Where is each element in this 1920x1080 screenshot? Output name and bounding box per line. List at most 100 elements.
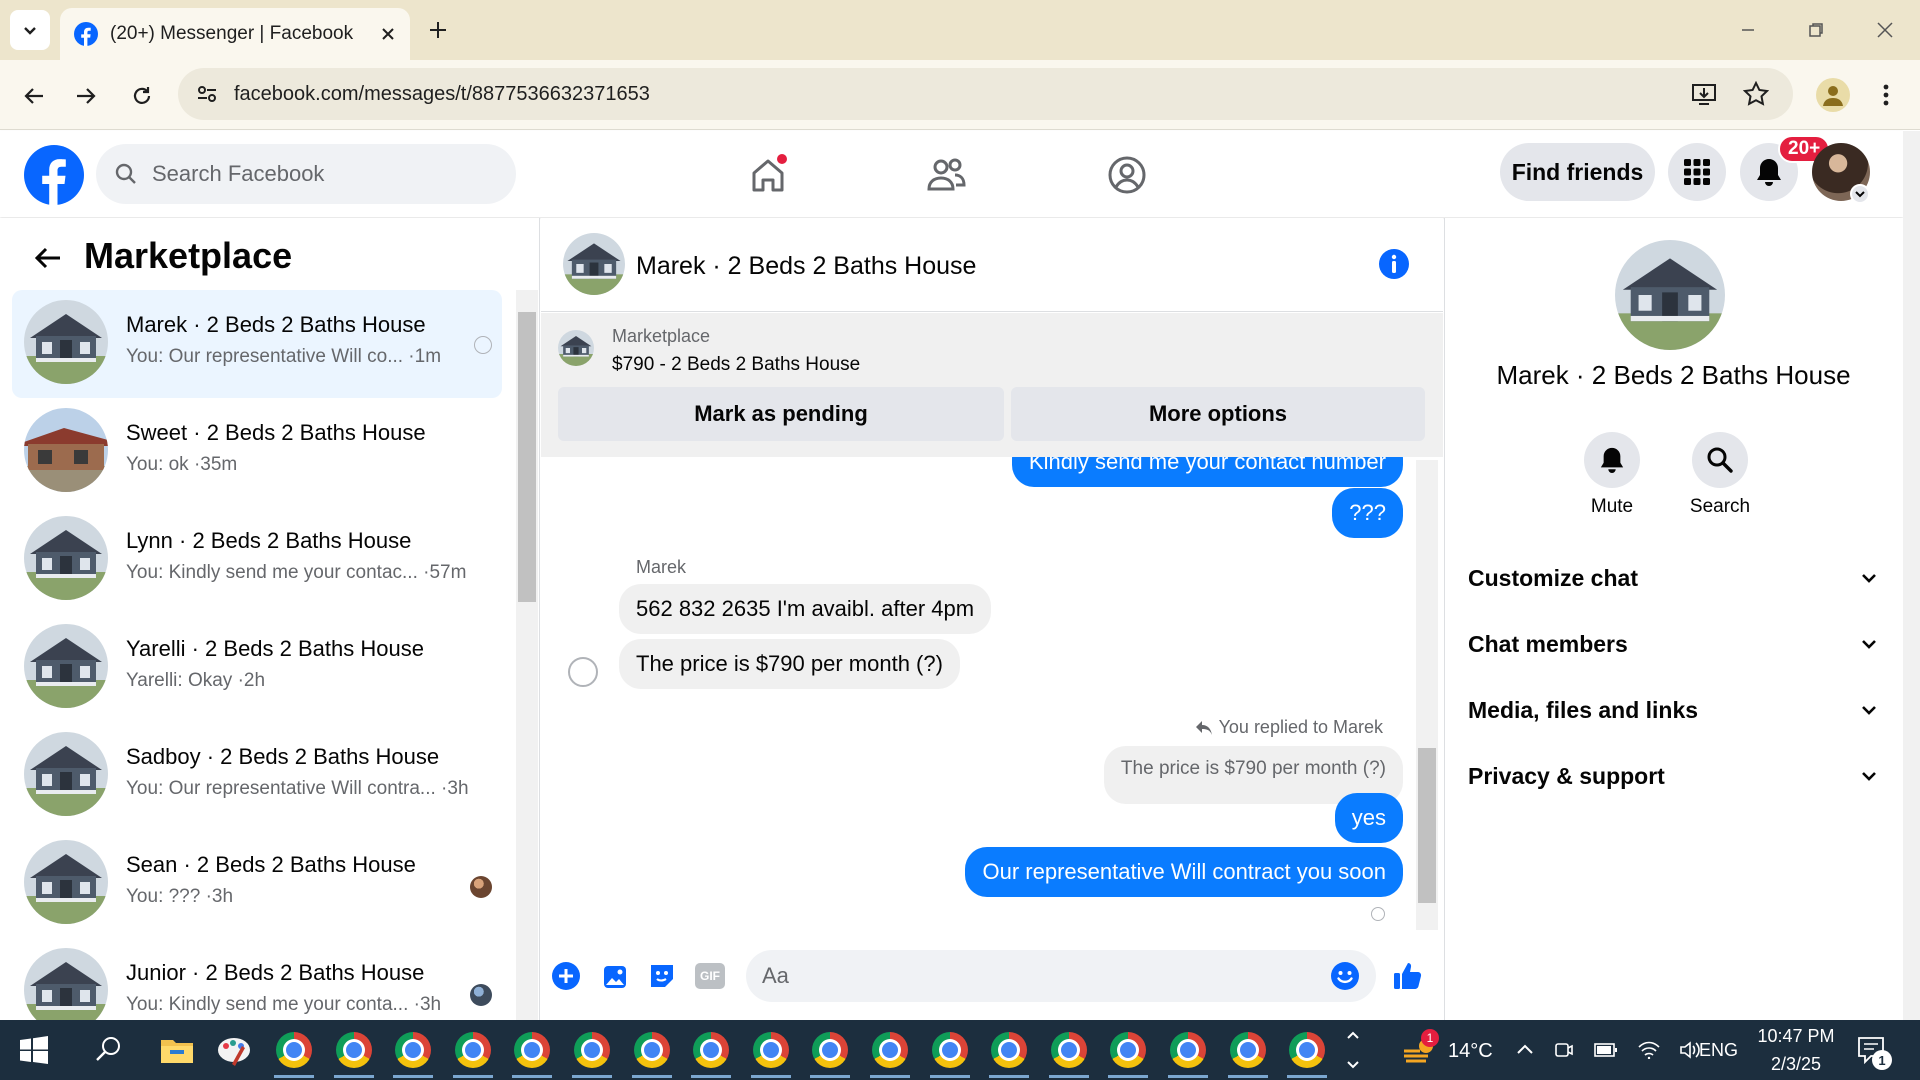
listing-price-title[interactable]: $790 - 2 Beds 2 Baths House [612, 354, 860, 376]
kebab-menu-icon [1883, 84, 1889, 106]
chat-title[interactable]: Marek · 2 Beds 2 Baths House [636, 252, 976, 281]
forward-button[interactable] [66, 76, 106, 116]
details-section-row[interactable]: Privacy & support [1468, 748, 1878, 804]
clock-date[interactable]: 2/3/25 [1754, 1054, 1838, 1075]
taskbar-overflow[interactable] [1345, 1024, 1361, 1076]
more-actions-button[interactable] [548, 958, 584, 994]
page-scrollbar[interactable] [1903, 131, 1920, 1020]
message-outgoing[interactable]: ??? [1332, 488, 1403, 538]
chrome-taskbar-icon[interactable] [991, 1032, 1028, 1068]
chrome-taskbar-icon[interactable] [693, 1032, 730, 1068]
find-friends-button[interactable]: Find friends [1500, 143, 1655, 201]
close-tab-icon[interactable] [380, 26, 396, 42]
chrome-taskbar-icon[interactable] [1050, 1032, 1087, 1068]
battery-icon[interactable] [1594, 1042, 1618, 1058]
chrome-taskbar-icon[interactable] [395, 1032, 432, 1068]
close-window-button[interactable] [1855, 10, 1915, 50]
profile-button[interactable] [1816, 78, 1850, 112]
details-section-row[interactable]: Media, files and links [1468, 682, 1878, 738]
chat-avatar[interactable] [563, 233, 625, 295]
weather-badge: 1 [1421, 1029, 1439, 1047]
chrome-taskbar-icon[interactable] [335, 1032, 372, 1068]
restore-button[interactable] [1786, 10, 1846, 50]
back-button[interactable] [14, 76, 54, 116]
back-to-chats-button[interactable] [30, 240, 66, 276]
more-options-button[interactable]: More options [1011, 387, 1425, 441]
running-app-indicator [274, 1075, 314, 1078]
chrome-taskbar-icon[interactable] [1229, 1032, 1266, 1068]
conversation-scrollbar-thumb[interactable] [518, 312, 536, 602]
minimize-button[interactable] [1718, 10, 1778, 50]
wifi-icon[interactable] [1638, 1041, 1660, 1059]
menu-button[interactable] [1668, 143, 1726, 201]
listing-thumbnail-icon [24, 732, 108, 816]
facebook-favicon-icon [74, 22, 98, 46]
mute-button[interactable] [1584, 432, 1640, 488]
facebook-logo[interactable] [24, 145, 84, 205]
new-tab-button[interactable] [420, 12, 456, 48]
url-text[interactable]: facebook.com/messages/t/8877536632371653 [234, 83, 1691, 106]
thread-scrollbar-thumb[interactable] [1418, 748, 1436, 903]
emoji-icon[interactable] [1330, 961, 1360, 991]
clock-time[interactable]: 10:47 PM [1754, 1026, 1838, 1047]
site-settings-icon[interactable] [196, 83, 218, 105]
profile-nav-button[interactable] [1097, 150, 1157, 200]
chrome-taskbar-icon[interactable] [574, 1032, 610, 1068]
message-incoming[interactable]: 562 832 2635 I'm avaibl. after 4pm [619, 584, 992, 634]
chrome-taskbar-icon[interactable] [454, 1032, 491, 1068]
contact-name: Marek · 2 Beds 2 Baths House [1496, 360, 1851, 390]
browser-tab[interactable]: (20+) Messenger | Facebook [60, 8, 410, 60]
facebook-search-input[interactable]: Search Facebook [96, 144, 516, 204]
attach-photo-button[interactable] [596, 958, 632, 994]
listing-thumbnail[interactable] [558, 330, 594, 366]
meet-now-icon[interactable] [1554, 1040, 1574, 1060]
chrome-taskbar-icon[interactable] [872, 1032, 908, 1068]
bookmark-star-icon[interactable] [1743, 81, 1769, 107]
browser-menu-button[interactable] [1876, 78, 1896, 112]
conversation-item[interactable]: Sean · 2 Beds 2 Baths House You: ??? ·3h [12, 830, 502, 938]
running-app-indicator [512, 1075, 553, 1078]
chevron-up-icon[interactable] [1516, 1041, 1534, 1059]
chrome-taskbar-icon[interactable] [1170, 1032, 1206, 1068]
plus-icon [430, 22, 446, 38]
conversation-item[interactable]: Marek · 2 Beds 2 Baths House You: Our rep… [12, 290, 502, 398]
message-outgoing[interactable]: yes [1334, 793, 1403, 843]
input-language[interactable]: ENG [1699, 1040, 1738, 1061]
chrome-taskbar-icon[interactable] [1289, 1032, 1326, 1068]
chrome-taskbar-icon[interactable] [276, 1032, 312, 1068]
taskbar-search-button[interactable] [94, 1034, 124, 1064]
contact-avatar[interactable] [1615, 240, 1725, 350]
chrome-taskbar-icon[interactable] [931, 1032, 968, 1068]
tab-search-button[interactable] [10, 10, 50, 50]
chrome-taskbar-icon[interactable] [752, 1032, 789, 1068]
chrome-taskbar-icon[interactable] [633, 1032, 670, 1068]
message-outgoing[interactable]: Our representative Will contract you soo… [965, 847, 1403, 897]
message-outgoing[interactable]: Kindly send me your contact number [1011, 457, 1403, 487]
home-nav-button[interactable] [738, 150, 798, 200]
gif-button[interactable]: GIF [692, 958, 728, 994]
running-app-indicator [750, 1075, 791, 1078]
conversation-item[interactable]: Yarelli · 2 Beds 2 Baths House Yarelli: O… [12, 614, 502, 722]
conversation-item[interactable]: Sadboy · 2 Beds 2 Baths House You: Our re… [12, 722, 502, 830]
search-conversation-button[interactable] [1692, 432, 1748, 488]
address-bar[interactable]: facebook.com/messages/t/8877536632371653 [178, 68, 1793, 120]
like-button[interactable] [1390, 958, 1426, 994]
start-button[interactable] [20, 1036, 48, 1064]
file-explorer-icon[interactable] [160, 1036, 194, 1064]
details-section-row[interactable]: Chat members [1468, 616, 1878, 672]
sticker-button[interactable] [644, 958, 680, 994]
conversation-item[interactable]: Sweet · 2 Beds 2 Baths House You: ok ·35m [12, 398, 502, 506]
install-app-icon[interactable] [1691, 81, 1717, 107]
message-incoming[interactable]: The price is $790 per month (?) [619, 639, 960, 689]
details-section-row[interactable]: Customize chat [1468, 550, 1878, 606]
reload-button[interactable] [122, 76, 162, 116]
conversation-preview: You: Kindly send me your contac... ·57m [126, 562, 467, 583]
mark-as-pending-button[interactable]: Mark as pending [558, 387, 1004, 441]
paint-app-icon[interactable] [216, 1034, 252, 1066]
message-input[interactable]: Aa [746, 950, 1376, 1002]
account-chevron[interactable] [1850, 184, 1870, 204]
friends-nav-button[interactable] [916, 150, 976, 200]
info-button[interactable] [1378, 248, 1410, 280]
conversation-item[interactable]: Lynn · 2 Beds 2 Baths House You: Kindly s… [12, 506, 502, 614]
message-thread: Kindly send me your contact number ??? M… [541, 457, 1443, 937]
